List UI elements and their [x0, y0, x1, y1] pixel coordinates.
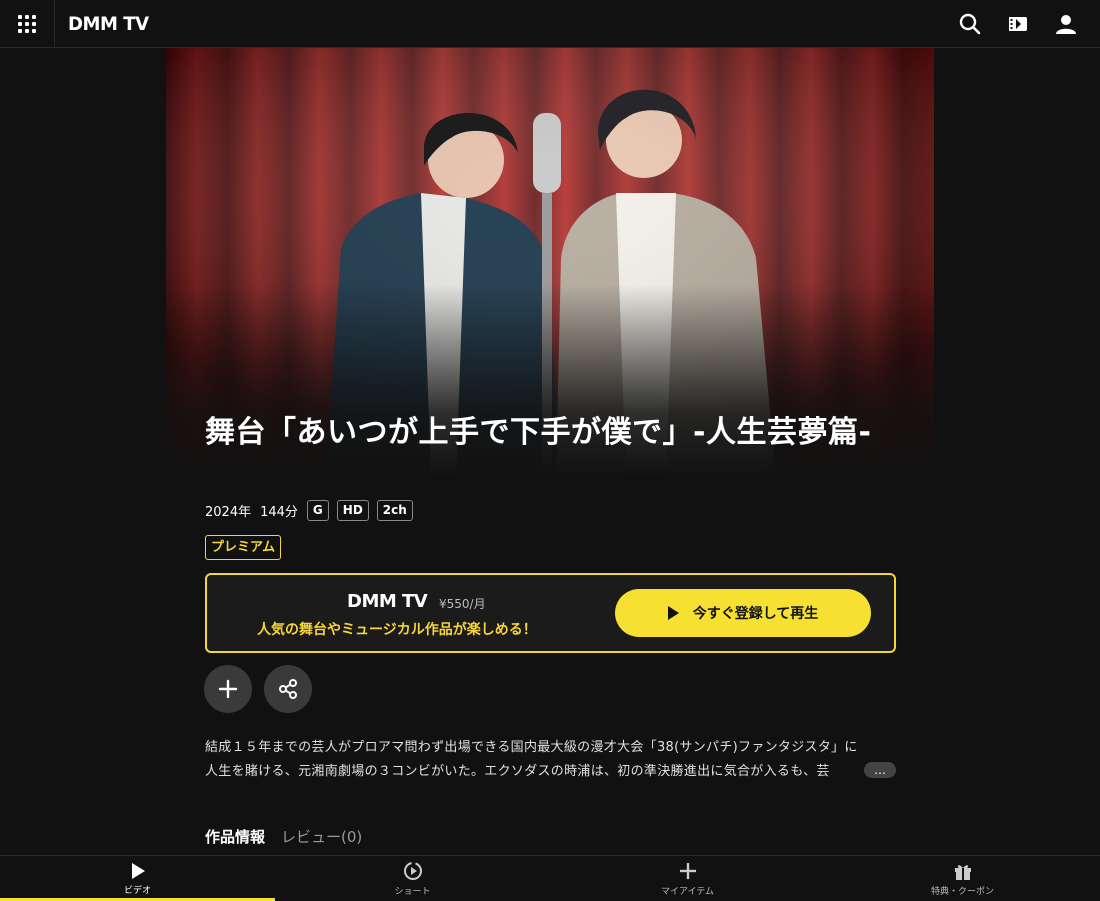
synopsis-line-1: 結成１５年までの芸人がプロアマ問わず出場できる国内最大級の漫才大会「38(サンパ… [205, 740, 858, 755]
add-icon [218, 679, 238, 699]
rating-tag: G [306, 500, 329, 521]
nav-item-perks-coupons[interactable]: 特典・クーポン [825, 856, 1100, 901]
share-icon [279, 679, 297, 699]
synopsis: 結成１５年までの芸人がプロアマ問わず出場できる国内最大級の漫才大会「38(サンパ… [205, 736, 897, 784]
apps-grid-icon [18, 15, 36, 33]
search-button[interactable] [946, 0, 994, 48]
nav-item-video[interactable]: ビデオ [0, 856, 275, 901]
watch-list-button[interactable] [994, 0, 1042, 48]
nav-label: ショート [394, 886, 431, 897]
share-button[interactable] [264, 665, 312, 713]
work-meta: 2024年 144分 G HD 2ch [205, 500, 421, 521]
promo-copy: 人気の舞台やミュージカル作品が楽しめる！ [257, 622, 537, 638]
subscribe-and-play-button[interactable]: 今すぐ登録して再生 [615, 589, 871, 637]
play-icon [667, 606, 679, 620]
nav-label: マイアイテム [660, 886, 715, 897]
dmm-tv-logo[interactable]: DMM TV [68, 13, 149, 35]
promo-price: ¥550/月 [439, 597, 486, 611]
synopsis-line-2: 人生を賭ける、元湘南劇場の３コンビがいた。エクソダスの時浦は、初の準決勝進出に気… [205, 764, 830, 779]
promo-logo: DMM TV [347, 591, 428, 612]
expand-synopsis-button[interactable]: … [864, 762, 896, 778]
subscription-promo: DMM TV ¥550/月 人気の舞台やミュージカル作品が楽しめる！ 今すぐ登録… [205, 573, 896, 653]
play-icon [131, 862, 145, 879]
account-icon [1056, 15, 1076, 34]
plus-icon [679, 862, 696, 879]
nav-label: 特典・クーポン [930, 886, 994, 897]
subscribe-button-label: 今すぐ登録して再生 [692, 606, 819, 622]
nav-item-my-items[interactable]: マイアイテム [550, 856, 825, 901]
account-button[interactable] [1042, 0, 1090, 48]
premium-badge: プレミアム [205, 535, 282, 560]
duration: 144分 [260, 505, 298, 520]
page-title: 舞台「あいつが上手で下手が僕で」-人生芸夢篇- [205, 415, 872, 450]
release-year: 2024年 [205, 505, 252, 520]
short-video-icon [403, 861, 422, 880]
bottom-navigation: ビデオ ショート マイアイテム 特典・クーポン [0, 855, 1100, 901]
gift-icon [954, 864, 971, 880]
clapperboard-icon [1009, 17, 1027, 31]
apps-grid-button[interactable] [0, 0, 55, 48]
tab-work-info[interactable]: 作品情報 [205, 826, 265, 847]
nav-label: ビデオ [123, 885, 151, 896]
quality-tag: HD [336, 500, 369, 521]
audio-tag: 2ch [376, 500, 413, 521]
tab-reviews[interactable]: レビュー(0) [281, 826, 362, 847]
search-icon [959, 13, 981, 35]
add-to-list-button[interactable] [204, 665, 252, 713]
content-tabs: 作品情報 レビュー(0) [205, 826, 378, 847]
top-header: DMM TV [0, 0, 1100, 48]
nav-item-short[interactable]: ショート [275, 856, 550, 901]
